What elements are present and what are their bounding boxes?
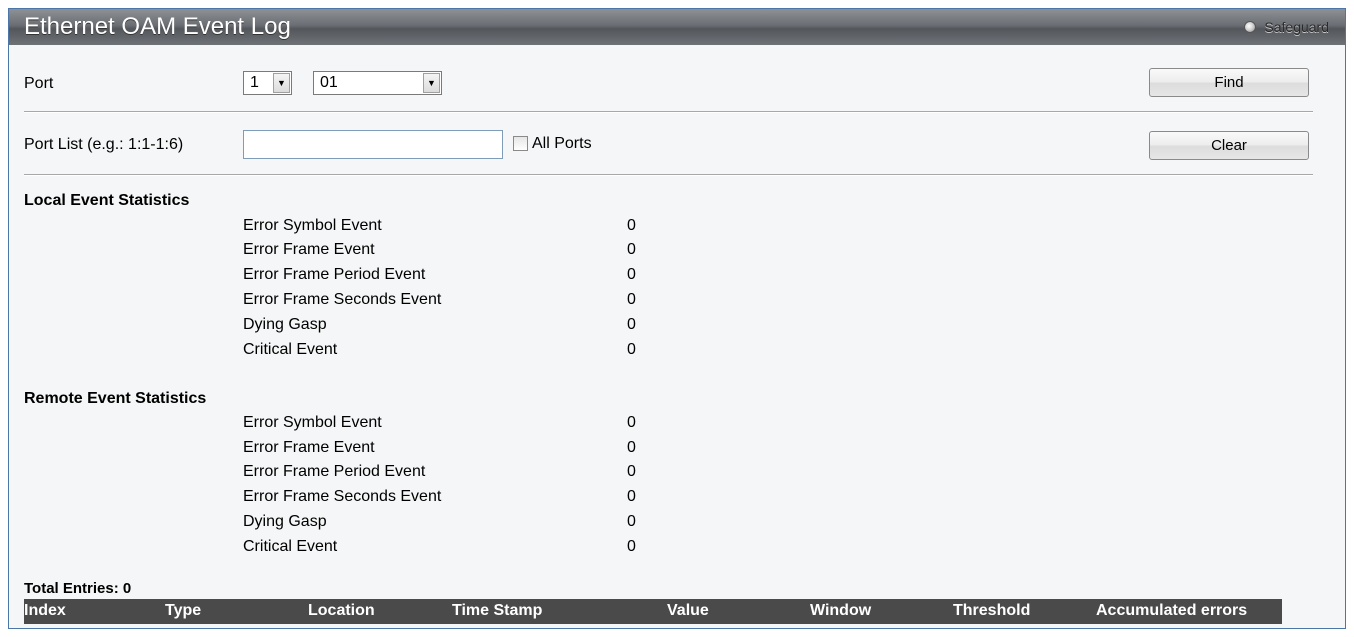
local-stat-label: Error Frame Seconds Event bbox=[243, 291, 442, 308]
remote-stat-label: Error Frame Period Event bbox=[243, 463, 426, 480]
main-panel bbox=[8, 8, 1346, 629]
divider bbox=[24, 174, 1313, 176]
column-header: Index bbox=[24, 602, 66, 619]
local-stat-value: 0 bbox=[627, 341, 636, 358]
local-stat-label: Critical Event bbox=[243, 341, 338, 358]
page-title: Ethernet OAM Event Log bbox=[24, 13, 291, 40]
remote-stat-value: 0 bbox=[627, 439, 636, 456]
remote-stat-label: Error Symbol Event bbox=[243, 414, 382, 431]
column-header: Type bbox=[165, 602, 202, 619]
remote-stat-value: 0 bbox=[627, 463, 636, 480]
local-stat-label: Error Symbol Event bbox=[243, 217, 382, 234]
port-list-label: Port List (e.g.: 1:1-1:6) bbox=[24, 136, 184, 153]
remote-stats-heading: Remote Event Statistics bbox=[24, 390, 207, 407]
unit-select-value: 1 bbox=[250, 74, 259, 91]
safeguard-indicator[interactable]: Safeguard bbox=[1244, 19, 1329, 35]
all-ports-label: All Ports bbox=[532, 135, 592, 152]
all-ports-checkbox[interactable] bbox=[513, 136, 528, 151]
find-button[interactable]: Find bbox=[1149, 68, 1309, 97]
chevron-down-icon: ▼ bbox=[273, 73, 290, 93]
local-stat-value: 0 bbox=[627, 291, 636, 308]
total-entries: Total Entries: 0 bbox=[24, 580, 132, 597]
local-stat-label: Dying Gasp bbox=[243, 316, 327, 333]
remote-stat-value: 0 bbox=[627, 538, 636, 555]
column-header: Value bbox=[667, 602, 709, 619]
port-select-value: 01 bbox=[320, 74, 338, 91]
local-stat-value: 0 bbox=[627, 217, 636, 234]
local-stat-label: Error Frame Event bbox=[243, 241, 375, 258]
column-header: Window bbox=[810, 602, 872, 619]
event-log-table-header: Index Type Location Time Stamp Value Win… bbox=[24, 599, 1282, 624]
chevron-down-icon: ▼ bbox=[423, 73, 440, 93]
column-header: Accumulated errors bbox=[1096, 602, 1248, 619]
port-label: Port bbox=[24, 75, 54, 92]
remote-stat-label: Error Frame Event bbox=[243, 439, 375, 456]
remote-stat-value: 0 bbox=[627, 488, 636, 505]
column-header: Time Stamp bbox=[452, 602, 543, 619]
port-list-input[interactable] bbox=[243, 130, 503, 159]
column-header: Threshold bbox=[953, 602, 1031, 619]
divider bbox=[24, 111, 1313, 113]
local-stat-value: 0 bbox=[627, 266, 636, 283]
title-bar: Ethernet OAM Event Log Safeguard bbox=[9, 9, 1345, 45]
remote-stat-label: Error Frame Seconds Event bbox=[243, 488, 442, 505]
local-stat-value: 0 bbox=[627, 241, 636, 258]
remote-stat-value: 0 bbox=[627, 414, 636, 431]
local-stats-heading: Local Event Statistics bbox=[24, 192, 190, 209]
local-stat-value: 0 bbox=[627, 316, 636, 333]
remote-stat-value: 0 bbox=[627, 513, 636, 530]
port-select[interactable]: 01 ▼ bbox=[313, 71, 442, 95]
remote-stat-label: Critical Event bbox=[243, 538, 338, 555]
radio-indicator-icon bbox=[1244, 21, 1257, 33]
remote-stat-label: Dying Gasp bbox=[243, 513, 327, 530]
safeguard-label: Safeguard bbox=[1264, 19, 1329, 35]
unit-select[interactable]: 1 ▼ bbox=[243, 71, 292, 95]
column-header: Location bbox=[308, 602, 375, 619]
local-stat-label: Error Frame Period Event bbox=[243, 266, 426, 283]
clear-button[interactable]: Clear bbox=[1149, 131, 1309, 160]
